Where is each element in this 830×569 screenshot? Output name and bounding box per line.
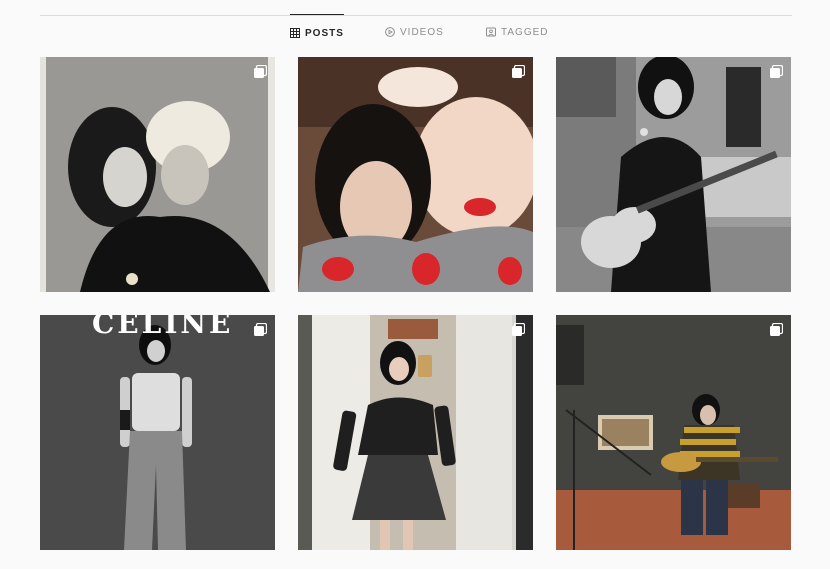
multiple-photos-icon [253,322,268,337]
post-image [556,315,791,550]
profile-posts-page: POSTS VIDEOS TAGGED CELINE [0,0,830,569]
multiple-photos-icon [769,64,784,79]
post-tile[interactable] [556,315,791,550]
tab-posts[interactable]: POSTS [290,14,344,51]
play-circle-icon [385,27,395,37]
multiple-photos-icon [253,64,268,79]
tag-user-icon [486,27,496,37]
tab-videos-label: VIDEOS [400,26,444,38]
multiple-photos-icon [511,322,526,337]
post-tile[interactable] [40,57,275,292]
tab-tagged[interactable]: TAGGED [486,14,548,50]
post-image [298,315,533,550]
profile-tabs: POSTS VIDEOS TAGGED [0,14,830,50]
multiple-photos-icon [511,64,526,79]
brand-text: CELINE [92,315,234,340]
post-image [40,57,275,292]
tab-posts-label: POSTS [305,27,344,39]
post-tile[interactable]: CELINE [40,315,275,550]
grid-icon [290,28,300,38]
post-tile[interactable] [556,57,791,292]
post-image [298,57,533,292]
post-image [40,315,275,550]
post-image [556,57,791,292]
post-tile[interactable] [298,315,533,550]
post-tile[interactable] [298,57,533,292]
tab-tagged-label: TAGGED [501,26,549,38]
multiple-photos-icon [769,322,784,337]
tab-videos[interactable]: VIDEOS [385,14,444,50]
